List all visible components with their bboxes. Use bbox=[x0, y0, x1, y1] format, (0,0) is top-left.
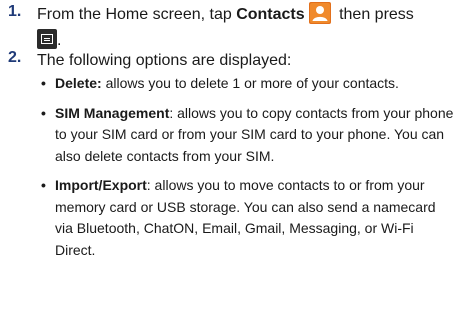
step-number: 2. bbox=[8, 49, 22, 66]
menu-key-icon bbox=[37, 28, 57, 49]
option-term: Delete: bbox=[55, 75, 102, 91]
bullet-icon: • bbox=[41, 177, 46, 193]
bullet-icon: • bbox=[41, 75, 46, 91]
bullet-icon: • bbox=[41, 104, 46, 121]
option-term: Import/Export bbox=[55, 177, 147, 193]
step-text-part: . bbox=[57, 32, 62, 49]
instruction-page: 1. From the Home screen, tap Contacts th… bbox=[0, 0, 465, 328]
step-text-part: From the Home screen, tap bbox=[37, 6, 237, 23]
contacts-label: Contacts bbox=[236, 6, 305, 23]
option-description: allows you to delete 1 or more of your c… bbox=[101, 75, 399, 91]
options-list: • Delete: allows you to delete 1 or more… bbox=[37, 73, 457, 269]
option-term: SIM Management bbox=[55, 104, 170, 121]
step-text: The following options are displayed: bbox=[37, 52, 292, 69]
step-text: From the Home screen, tap Contacts then … bbox=[37, 1, 457, 54]
step-text-part: then press bbox=[334, 6, 414, 23]
step-number: 1. bbox=[8, 3, 22, 20]
list-item: • Delete: allows you to delete 1 or more… bbox=[37, 73, 457, 95]
list-item: • SIM Management: allows you to copy con… bbox=[37, 103, 457, 168]
contacts-icon bbox=[308, 1, 331, 24]
list-item: • Import/Export: allows you to move cont… bbox=[37, 175, 457, 261]
